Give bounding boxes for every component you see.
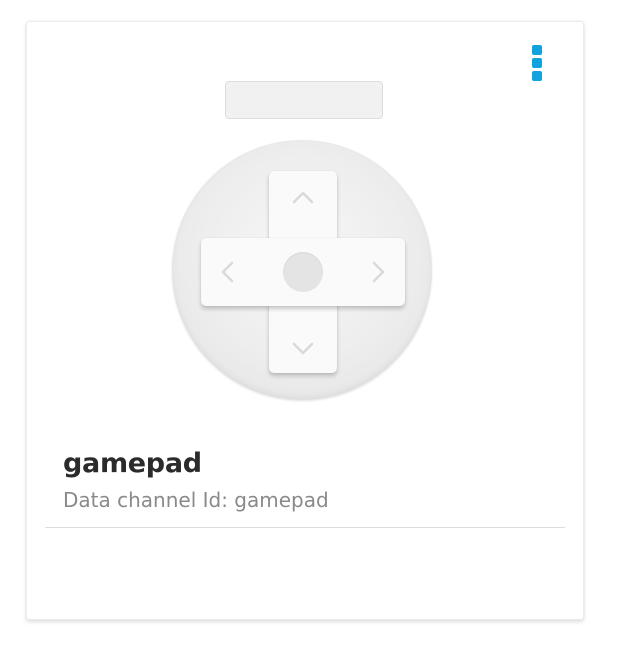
dpad-left-button[interactable] [210, 255, 244, 289]
more-options-button[interactable] [527, 42, 547, 88]
chevron-down-icon [292, 342, 314, 355]
menu-dot [532, 45, 542, 55]
menu-dot [532, 58, 542, 68]
dpad-down-button[interactable] [286, 332, 320, 366]
value-display-box [225, 81, 383, 119]
menu-dot [532, 71, 542, 81]
chevron-up-icon [292, 191, 314, 204]
dpad-right-button[interactable] [362, 255, 396, 289]
divider [45, 527, 565, 528]
dpad-center-button[interactable] [283, 252, 323, 292]
chevron-left-icon [221, 261, 234, 283]
gamepad-control [172, 140, 432, 400]
gamepad-widget-card: gamepad Data channel Id: gamepad [26, 21, 584, 620]
chevron-right-icon [372, 261, 385, 283]
dpad-up-button[interactable] [286, 180, 320, 214]
data-channel-label: Data channel Id: gamepad [63, 488, 329, 512]
widget-title: gamepad [63, 448, 202, 479]
